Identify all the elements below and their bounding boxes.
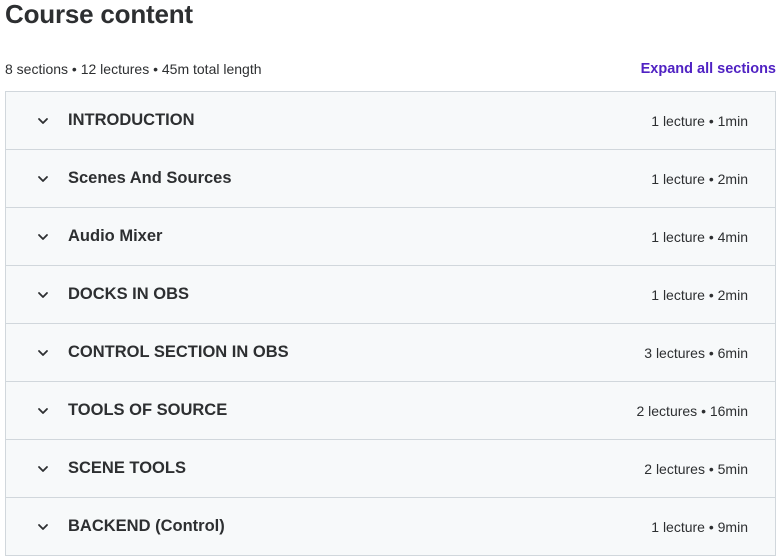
- chevron-down-icon: [36, 114, 50, 128]
- chevron-down-icon: [36, 172, 50, 186]
- chevron-down-icon: [36, 462, 50, 476]
- section-header[interactable]: Scenes And Sources 1 lecture • 2min: [6, 150, 775, 208]
- section-header[interactable]: TOOLS OF SOURCE 2 lectures • 16min: [6, 382, 775, 440]
- section-title: INTRODUCTION: [68, 111, 195, 129]
- chevron-down-icon: [36, 404, 50, 418]
- section-header[interactable]: SCENE TOOLS 2 lectures • 5min: [6, 440, 775, 498]
- course-summary: 8 sections • 12 lectures • 45m total len…: [5, 61, 262, 77]
- section-meta: 3 lectures • 6min: [644, 344, 748, 361]
- chevron-down-icon: [36, 288, 50, 302]
- course-summary-row: 8 sections • 12 lectures • 45m total len…: [5, 58, 776, 80]
- section-title: TOOLS OF SOURCE: [68, 401, 228, 419]
- page-title: Course content: [5, 0, 193, 29]
- chevron-down-icon: [36, 230, 50, 244]
- section-header[interactable]: CONTROL SECTION IN OBS 3 lectures • 6min: [6, 324, 775, 382]
- section-meta: 1 lecture • 2min: [651, 170, 748, 187]
- section-meta: 2 lectures • 5min: [644, 460, 748, 477]
- section-title: SCENE TOOLS: [68, 459, 186, 477]
- section-title: Scenes And Sources: [68, 169, 232, 187]
- expand-all-sections-button[interactable]: Expand all sections: [641, 61, 776, 77]
- section-header[interactable]: Audio Mixer 1 lecture • 4min: [6, 208, 775, 266]
- section-title: CONTROL SECTION IN OBS: [68, 343, 289, 361]
- section-title: DOCKS IN OBS: [68, 285, 190, 303]
- section-title: BACKEND (Control): [68, 517, 225, 535]
- section-header[interactable]: BACKEND (Control) 1 lecture • 9min: [6, 498, 775, 556]
- chevron-down-icon: [36, 520, 50, 534]
- section-header[interactable]: DOCKS IN OBS 1 lecture • 2min: [6, 266, 775, 324]
- section-meta: 1 lecture • 9min: [651, 518, 748, 535]
- chevron-down-icon: [36, 346, 50, 360]
- course-sections-list: INTRODUCTION 1 lecture • 1min Scenes And…: [5, 91, 776, 556]
- section-meta: 1 lecture • 1min: [651, 112, 748, 129]
- section-title: Audio Mixer: [68, 227, 163, 245]
- section-meta: 1 lecture • 2min: [651, 286, 748, 303]
- section-meta: 2 lectures • 16min: [636, 402, 748, 419]
- section-header[interactable]: INTRODUCTION 1 lecture • 1min: [6, 92, 775, 150]
- section-meta: 1 lecture • 4min: [651, 228, 748, 245]
